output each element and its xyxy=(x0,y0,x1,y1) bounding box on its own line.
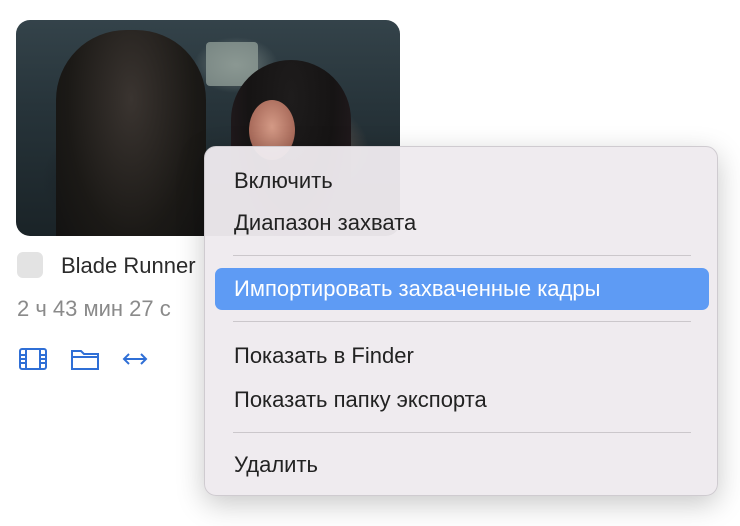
menu-item-show-in-finder[interactable]: Показать в Finder xyxy=(215,335,709,377)
swap-horizontal-icon[interactable] xyxy=(120,346,150,372)
menu-item-capture-range[interactable]: Диапазон захвата xyxy=(215,202,709,244)
menu-separator xyxy=(233,255,691,256)
menu-item-enable[interactable]: Включить xyxy=(215,160,709,202)
thumbnail-figure-man xyxy=(56,30,206,236)
film-icon[interactable] xyxy=(18,346,48,372)
menu-item-show-export-folder[interactable]: Показать папку экспорта xyxy=(215,379,709,421)
context-menu: Включить Диапазон захвата Импортировать … xyxy=(204,146,718,496)
folder-icon[interactable] xyxy=(70,346,100,372)
video-title: Blade Runner xyxy=(61,253,196,278)
menu-separator xyxy=(233,321,691,322)
menu-separator xyxy=(233,432,691,433)
video-duration: 2 ч 43 мин 27 с xyxy=(17,296,171,321)
menu-item-delete[interactable]: Удалить xyxy=(215,444,709,486)
select-checkbox[interactable] xyxy=(17,252,43,278)
menu-item-import-captured-frames[interactable]: Импортировать захваченные кадры xyxy=(215,268,709,310)
